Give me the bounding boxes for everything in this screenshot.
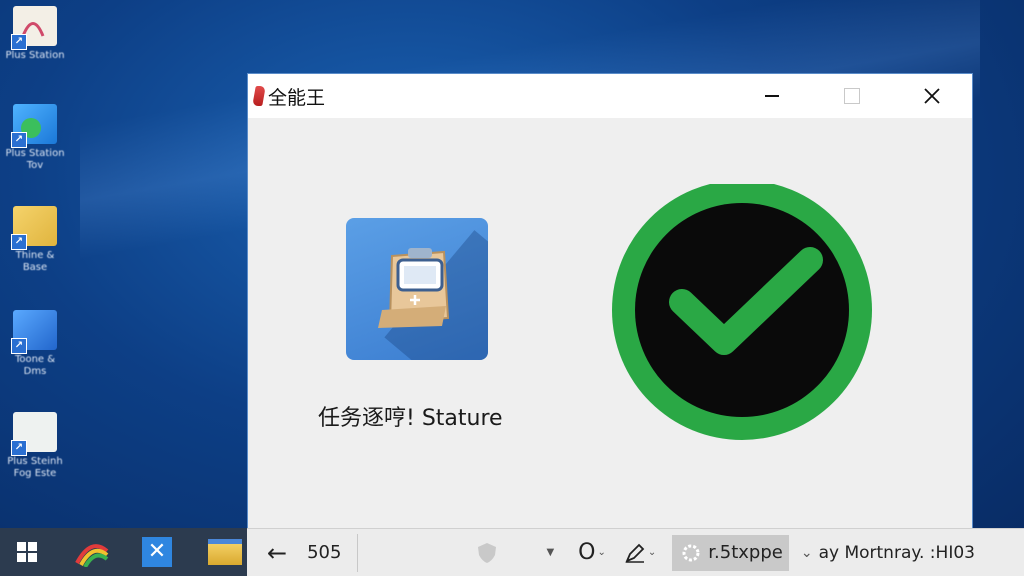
close-icon [924, 88, 940, 104]
desktop-icon-label: Plus Station [5, 50, 65, 61]
taskbar-app-button[interactable]: ✕ [130, 528, 184, 576]
pen-tool-button[interactable]: ⌄ [624, 529, 656, 576]
taskbar-folder-button[interactable] [198, 528, 252, 576]
minimize-button[interactable] [732, 74, 812, 118]
app-logo-icon [252, 86, 266, 106]
shortcut-arrow-icon: ↗ [11, 34, 27, 50]
windows-logo-icon [17, 542, 37, 562]
document-icon: ↗ [11, 6, 57, 50]
minimize-icon [765, 95, 779, 97]
success-check-icon [610, 180, 876, 444]
rainbow-browser-icon [75, 544, 109, 567]
pen-icon [625, 543, 645, 563]
shortcut-arrow-icon: ↗ [11, 132, 27, 148]
sort-value: r.5txppe [708, 542, 783, 563]
x-app-icon: ✕ [142, 537, 172, 567]
chevron-down-icon: ⌄ [597, 547, 606, 558]
maximize-icon [844, 88, 860, 104]
globe-app-icon: ↗ [11, 104, 57, 148]
page-number: 505 [307, 542, 342, 563]
sort-select[interactable]: r.5txppe [672, 534, 789, 571]
title-bar[interactable]: 全能王 [248, 74, 972, 118]
start-button[interactable] [0, 528, 54, 576]
window-app-icon: ↗ [11, 310, 57, 354]
desktop-icon-label: Thine & [15, 250, 55, 261]
view-selector[interactable]: ⌄ ay Mortnray. :HI03 [799, 529, 975, 576]
desktop-icon-label-2: Fog Este [13, 468, 57, 479]
search-button[interactable]: O ⌄ [578, 529, 606, 576]
desktop-icon-label: Plus Steinh [7, 456, 63, 467]
window-title: 全能王 [268, 86, 326, 109]
back-arrow-icon: ← [267, 538, 288, 567]
desktop-icon-label: Plus Station [5, 148, 65, 159]
desktop-icon-label-2: Dms [23, 366, 47, 377]
task-status-label: 任务逐哼! Stature [318, 406, 503, 431]
window-controls [732, 74, 972, 118]
bottom-toolbar: ← 505 ▼ O ⌄ ⌄ r.5txppe ⌄ ay Mortnray. :H… [247, 528, 1024, 576]
close-button[interactable] [892, 74, 972, 118]
desktop-icon-label-2: Base [22, 262, 48, 273]
file-icon: ↗ [11, 412, 57, 456]
chevron-down-icon: ⌄ [647, 547, 657, 558]
desktop-icon-label-2: Tov [26, 160, 44, 171]
caret-down-icon: ▼ [546, 547, 555, 558]
clipboard-graphic [378, 248, 450, 328]
desktop-icon-4[interactable]: ↗ Toone & Dms [0, 310, 70, 378]
shortcut-arrow-icon: ↗ [11, 440, 27, 456]
view-selector-label: ay Mortnray. :HI03 [818, 542, 975, 563]
folder-icon [208, 539, 242, 565]
desktop-icon-5[interactable]: ↗ Plus Steinh Fog Este [0, 412, 70, 480]
desktop-icon-3[interactable]: ↗ Thine & Base [0, 206, 70, 274]
shortcut-arrow-icon: ↗ [11, 338, 27, 354]
taskbar-browser-button[interactable] [64, 528, 118, 576]
chevron-down-icon: ⌄ [800, 544, 813, 561]
gear-icon [682, 544, 700, 561]
clipboard-device-icon [346, 218, 488, 360]
back-button[interactable]: ← [267, 529, 287, 576]
shortcut-arrow-icon: ↗ [11, 234, 27, 250]
dropdown-toggle[interactable]: ▼ [544, 529, 554, 576]
search-icon: O [578, 540, 596, 565]
maximize-button[interactable] [812, 74, 892, 118]
toolbar-divider [357, 533, 359, 572]
app-dialog-window: 全能王 任务逐哼! Stature [247, 73, 973, 533]
desktop-icon-label: Toone & [14, 354, 56, 365]
shield-icon [478, 542, 497, 563]
desktop-icon-2[interactable]: ↗ Plus Station Tov [0, 104, 70, 172]
folder-doc-icon: ↗ [11, 206, 57, 250]
shield-button[interactable] [476, 529, 498, 576]
desktop-icon-1[interactable]: ↗ Plus Station [0, 6, 70, 62]
